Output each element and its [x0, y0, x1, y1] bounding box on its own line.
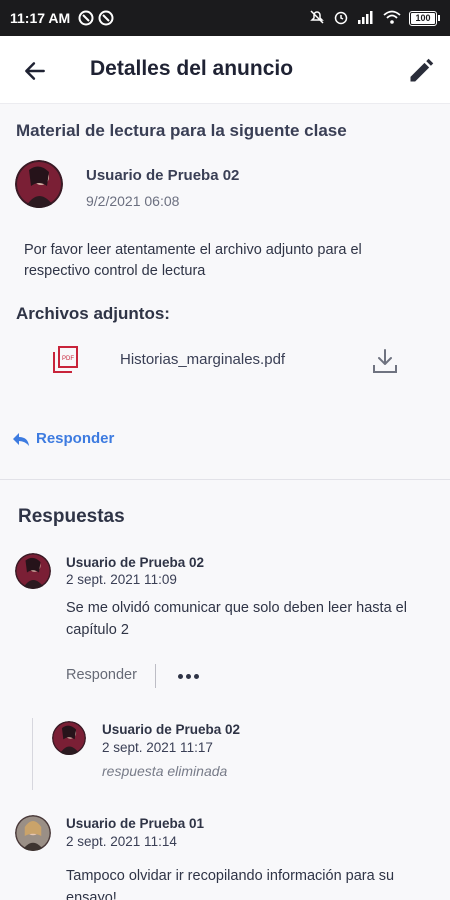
attachment-file-name[interactable]: Historias_marginales.pdf [120, 351, 285, 368]
edit-button[interactable] [404, 54, 438, 88]
post-title: Material de lectura para la siguente cla… [16, 121, 347, 140]
back-button[interactable] [20, 56, 50, 86]
reply-icon [13, 432, 29, 446]
reply-text: respuesta eliminada [102, 763, 228, 779]
comment-author: Usuario de Prueba 01 [66, 816, 205, 831]
avatar [15, 160, 63, 208]
reply-date: 2 sept. 2021 11:17 [102, 740, 213, 755]
battery-level: 100 [411, 12, 435, 24]
post-body: Por favor leer atentamente el archivo ad… [24, 242, 362, 279]
pdf-icon[interactable]: PDF [52, 346, 78, 374]
more-options-button[interactable] [176, 666, 200, 686]
status-bar: 11:17 AM 100 [0, 0, 450, 36]
post-date: 9/2/2021 06:08 [86, 193, 180, 209]
more-icon [177, 673, 183, 679]
comment-text: Tampoco olvidar ir recopilando informaci… [66, 868, 395, 900]
thread-line [32, 718, 33, 790]
status-time: 11:17 AM [10, 10, 71, 26]
comment-text: Se me olvidó comunicar que solo deben le… [66, 600, 407, 638]
avatar [52, 721, 86, 755]
responses-heading: Respuestas [18, 506, 125, 527]
post-author: Usuario de Prueba 02 [86, 167, 240, 184]
page-title: Detalles del anuncio [90, 57, 294, 80]
arrow-left-icon [25, 62, 45, 80]
divider [155, 664, 156, 688]
notification-icon [98, 10, 114, 26]
comment-reply-button[interactable]: Responder [66, 667, 137, 683]
reply-button[interactable]: Responder [12, 430, 114, 447]
mute-icon [309, 9, 325, 28]
download-icon [373, 349, 397, 373]
download-button[interactable] [370, 346, 400, 376]
comment-date: 2 sept. 2021 11:09 [66, 572, 177, 587]
notification-icon [78, 10, 94, 26]
reply-label: Responder [36, 430, 115, 447]
pencil-icon [410, 58, 434, 82]
signal-icon [357, 10, 375, 27]
attachments-heading: Archivos adjuntos: [16, 304, 170, 323]
avatar [15, 815, 51, 851]
battery-icon: 100 [409, 10, 440, 26]
avatar [15, 553, 51, 589]
reply-author: Usuario de Prueba 02 [102, 722, 241, 737]
app-bar: Detalles del anuncio [0, 36, 450, 104]
wifi-icon [383, 10, 401, 27]
divider [0, 479, 450, 480]
comment-author: Usuario de Prueba 02 [66, 555, 205, 570]
comment-date: 2 sept. 2021 11:14 [66, 834, 177, 849]
alarm-icon [333, 9, 349, 28]
svg-text:PDF: PDF [62, 356, 74, 362]
